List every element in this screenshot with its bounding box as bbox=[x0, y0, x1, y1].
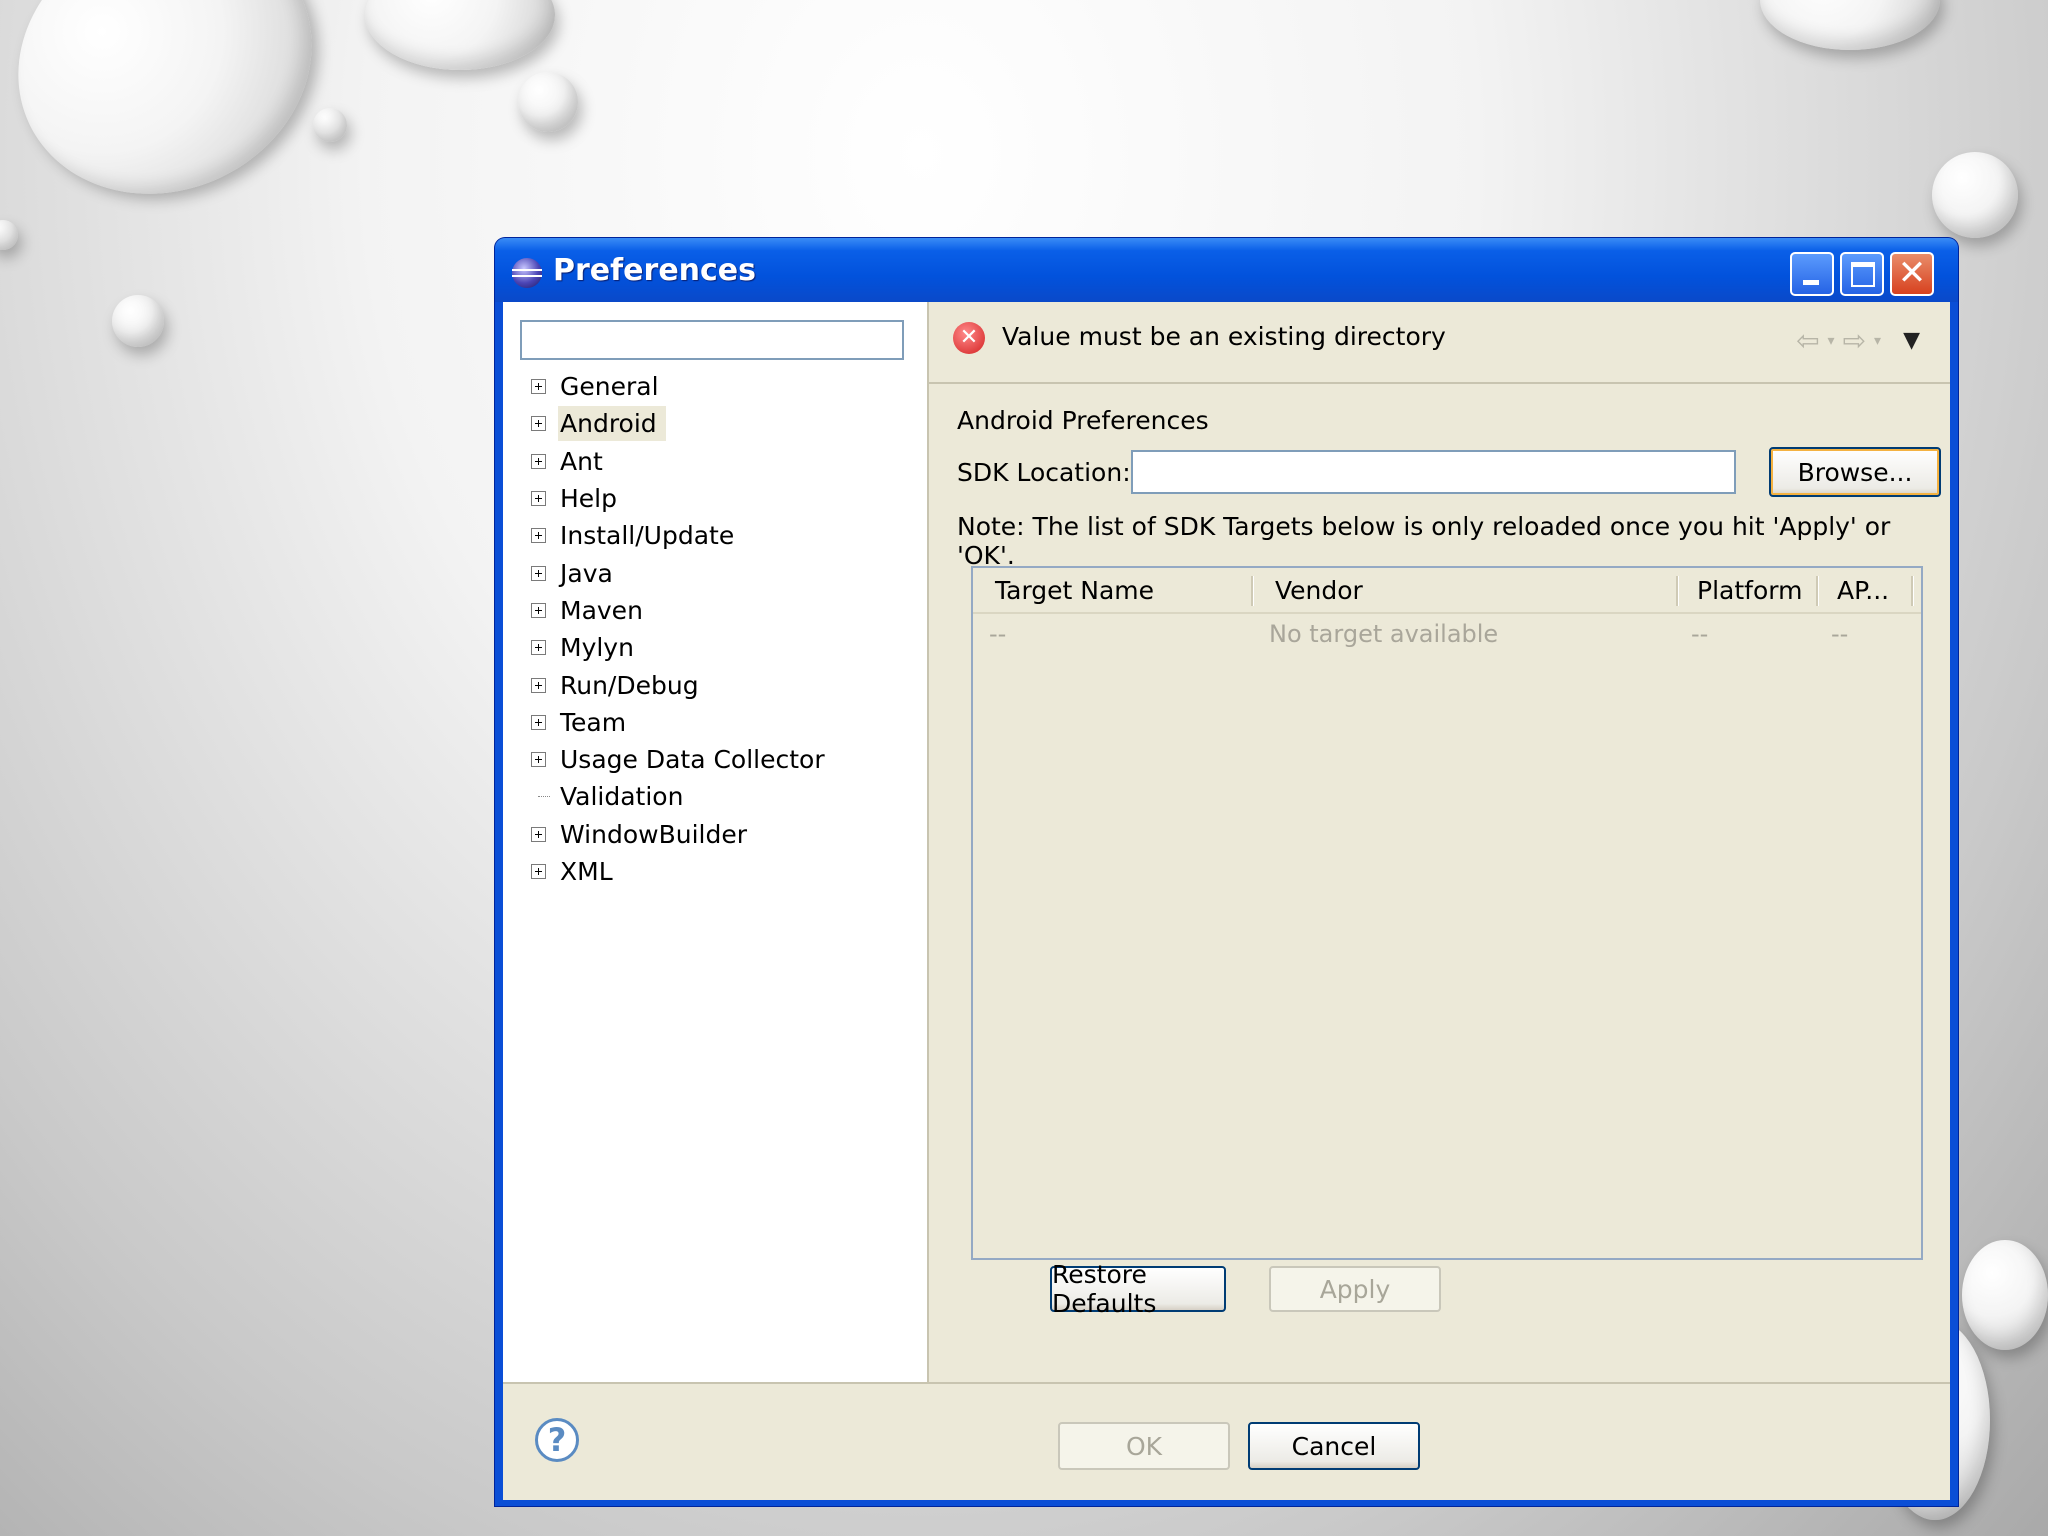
tree-item-label[interactable]: Maven bbox=[558, 593, 652, 628]
column-header-platform[interactable]: Platform bbox=[1697, 576, 1802, 605]
expand-icon[interactable] bbox=[531, 491, 546, 507]
preference-tree-pane: General Android Ant Help Install/Update … bbox=[503, 302, 929, 1382]
expand-icon[interactable] bbox=[531, 453, 546, 469]
background-bubble bbox=[313, 108, 347, 142]
tree-item-java[interactable]: Java bbox=[531, 554, 834, 591]
sdk-location-input[interactable] bbox=[1131, 450, 1736, 494]
background-bubble bbox=[1760, 0, 1940, 50]
preference-page: ✕ Value must be an existing directory ⇦ ▾… bbox=[929, 302, 1950, 1382]
window-title: Preferences bbox=[553, 253, 757, 288]
table-cell: -- bbox=[1691, 620, 1709, 648]
maximize-button[interactable] bbox=[1840, 252, 1884, 296]
error-icon: ✕ bbox=[953, 322, 985, 354]
sdk-targets-table[interactable]: Target Name Vendor Platform AP... -- No … bbox=[971, 566, 1923, 1260]
apply-button[interactable]: Apply bbox=[1269, 1266, 1441, 1312]
eclipse-icon bbox=[512, 258, 542, 288]
preference-tree: General Android Ant Help Install/Update … bbox=[531, 368, 834, 890]
title-bar[interactable]: Preferences ✕ bbox=[495, 238, 1958, 302]
tree-item-label[interactable]: XML bbox=[558, 854, 622, 889]
sdk-location-label: SDK Location: bbox=[957, 458, 1131, 487]
tree-item-label[interactable]: Android bbox=[558, 406, 666, 442]
filter-input[interactable] bbox=[520, 320, 904, 360]
tree-item-label[interactable]: Java bbox=[558, 556, 622, 591]
expand-icon[interactable] bbox=[531, 565, 546, 581]
column-divider[interactable] bbox=[1911, 576, 1914, 606]
sdk-note: Note: The list of SDK Targets below is o… bbox=[957, 512, 1891, 570]
column-header-vendor[interactable]: Vendor bbox=[1275, 576, 1363, 605]
close-icon: ✕ bbox=[1897, 253, 1927, 293]
expand-icon[interactable] bbox=[531, 714, 546, 730]
tree-item-label[interactable]: Validation bbox=[558, 779, 692, 814]
column-divider[interactable] bbox=[1251, 576, 1254, 606]
tree-item-label[interactable]: Mylyn bbox=[558, 630, 643, 665]
expand-icon[interactable] bbox=[531, 528, 546, 544]
tree-item-android[interactable]: Android bbox=[531, 405, 834, 442]
browse-button[interactable]: Browse... bbox=[1769, 447, 1941, 497]
dialog-client: General Android Ant Help Install/Update … bbox=[503, 302, 1950, 1500]
message-bar: ✕ Value must be an existing directory ⇦ ▾… bbox=[929, 302, 1950, 384]
background-bubble bbox=[518, 72, 578, 132]
tree-item-label[interactable]: Help bbox=[558, 481, 626, 516]
help-icon[interactable]: ? bbox=[535, 1418, 579, 1462]
back-arrow-icon[interactable]: ⇦ bbox=[1796, 324, 1819, 357]
tree-item-label[interactable]: WindowBuilder bbox=[558, 817, 756, 852]
tree-item-label[interactable]: Run/Debug bbox=[558, 668, 708, 703]
forward-dropdown-icon[interactable]: ▾ bbox=[1874, 333, 1881, 349]
tree-item-ant[interactable]: Ant bbox=[531, 443, 834, 480]
tree-item-install-update[interactable]: Install/Update bbox=[531, 517, 834, 554]
close-button[interactable]: ✕ bbox=[1890, 252, 1934, 296]
background-bubble bbox=[365, 0, 555, 70]
view-menu-icon[interactable]: ▼ bbox=[1903, 328, 1920, 353]
forward-arrow-icon[interactable]: ⇨ bbox=[1843, 324, 1866, 357]
tree-item-validation[interactable]: Validation bbox=[531, 778, 834, 815]
page-navigation: ⇦ ▾ ⇨ ▾ ▼ bbox=[1796, 324, 1920, 357]
expand-icon[interactable] bbox=[531, 864, 546, 879]
tree-item-help[interactable]: Help bbox=[531, 480, 834, 517]
tree-item-mylyn[interactable]: Mylyn bbox=[531, 629, 834, 666]
page-title: Android Preferences bbox=[957, 406, 1209, 435]
tree-item-run-debug[interactable]: Run/Debug bbox=[531, 666, 834, 703]
background-bubble bbox=[112, 295, 164, 347]
background-bubble bbox=[0, 0, 356, 242]
table-cell: No target available bbox=[1269, 620, 1499, 648]
tree-item-windowbuilder[interactable]: WindowBuilder bbox=[531, 816, 834, 853]
cancel-button[interactable]: Cancel bbox=[1248, 1422, 1420, 1470]
tree-item-maven[interactable]: Maven bbox=[531, 592, 834, 629]
restore-defaults-button[interactable]: Restore Defaults bbox=[1050, 1260, 1226, 1318]
tree-item-label[interactable]: Usage Data Collector bbox=[558, 742, 834, 777]
expand-icon[interactable] bbox=[531, 416, 546, 432]
tree-item-label[interactable]: General bbox=[558, 369, 668, 404]
tree-connector bbox=[531, 789, 550, 804]
tree-item-team[interactable]: Team bbox=[531, 704, 834, 741]
column-header-target-name[interactable]: Target Name bbox=[995, 576, 1154, 605]
column-divider[interactable] bbox=[1816, 576, 1819, 606]
table-cell: -- bbox=[989, 620, 1007, 648]
tree-item-general[interactable]: General bbox=[531, 368, 834, 405]
preferences-dialog: Preferences ✕ General Android Ant Help I… bbox=[495, 238, 1958, 1506]
background-bubble bbox=[1962, 1240, 2048, 1350]
expand-icon[interactable] bbox=[531, 602, 546, 618]
tree-item-label[interactable]: Team bbox=[558, 705, 635, 740]
column-divider[interactable] bbox=[1676, 576, 1679, 606]
background-bubble bbox=[1932, 152, 2018, 238]
tree-item-label[interactable]: Install/Update bbox=[558, 518, 743, 553]
ok-button[interactable]: OK bbox=[1058, 1422, 1230, 1470]
expand-icon[interactable] bbox=[531, 826, 546, 842]
tree-item-xml[interactable]: XML bbox=[531, 853, 834, 890]
error-message: Value must be an existing directory bbox=[1002, 322, 1446, 351]
column-header-api[interactable]: AP... bbox=[1837, 576, 1889, 605]
table-cell: -- bbox=[1831, 620, 1849, 648]
background-bubble bbox=[0, 220, 18, 250]
tree-item-usage-data-collector[interactable]: Usage Data Collector bbox=[531, 741, 834, 778]
expand-icon[interactable] bbox=[531, 677, 546, 693]
table-header: Target Name Vendor Platform AP... bbox=[973, 568, 1921, 614]
tree-item-label[interactable]: Ant bbox=[558, 444, 612, 479]
minimize-button[interactable] bbox=[1790, 252, 1834, 296]
expand-icon[interactable] bbox=[531, 752, 546, 768]
back-dropdown-icon[interactable]: ▾ bbox=[1828, 333, 1835, 349]
expand-icon[interactable] bbox=[531, 640, 546, 656]
expand-icon[interactable] bbox=[531, 379, 546, 395]
